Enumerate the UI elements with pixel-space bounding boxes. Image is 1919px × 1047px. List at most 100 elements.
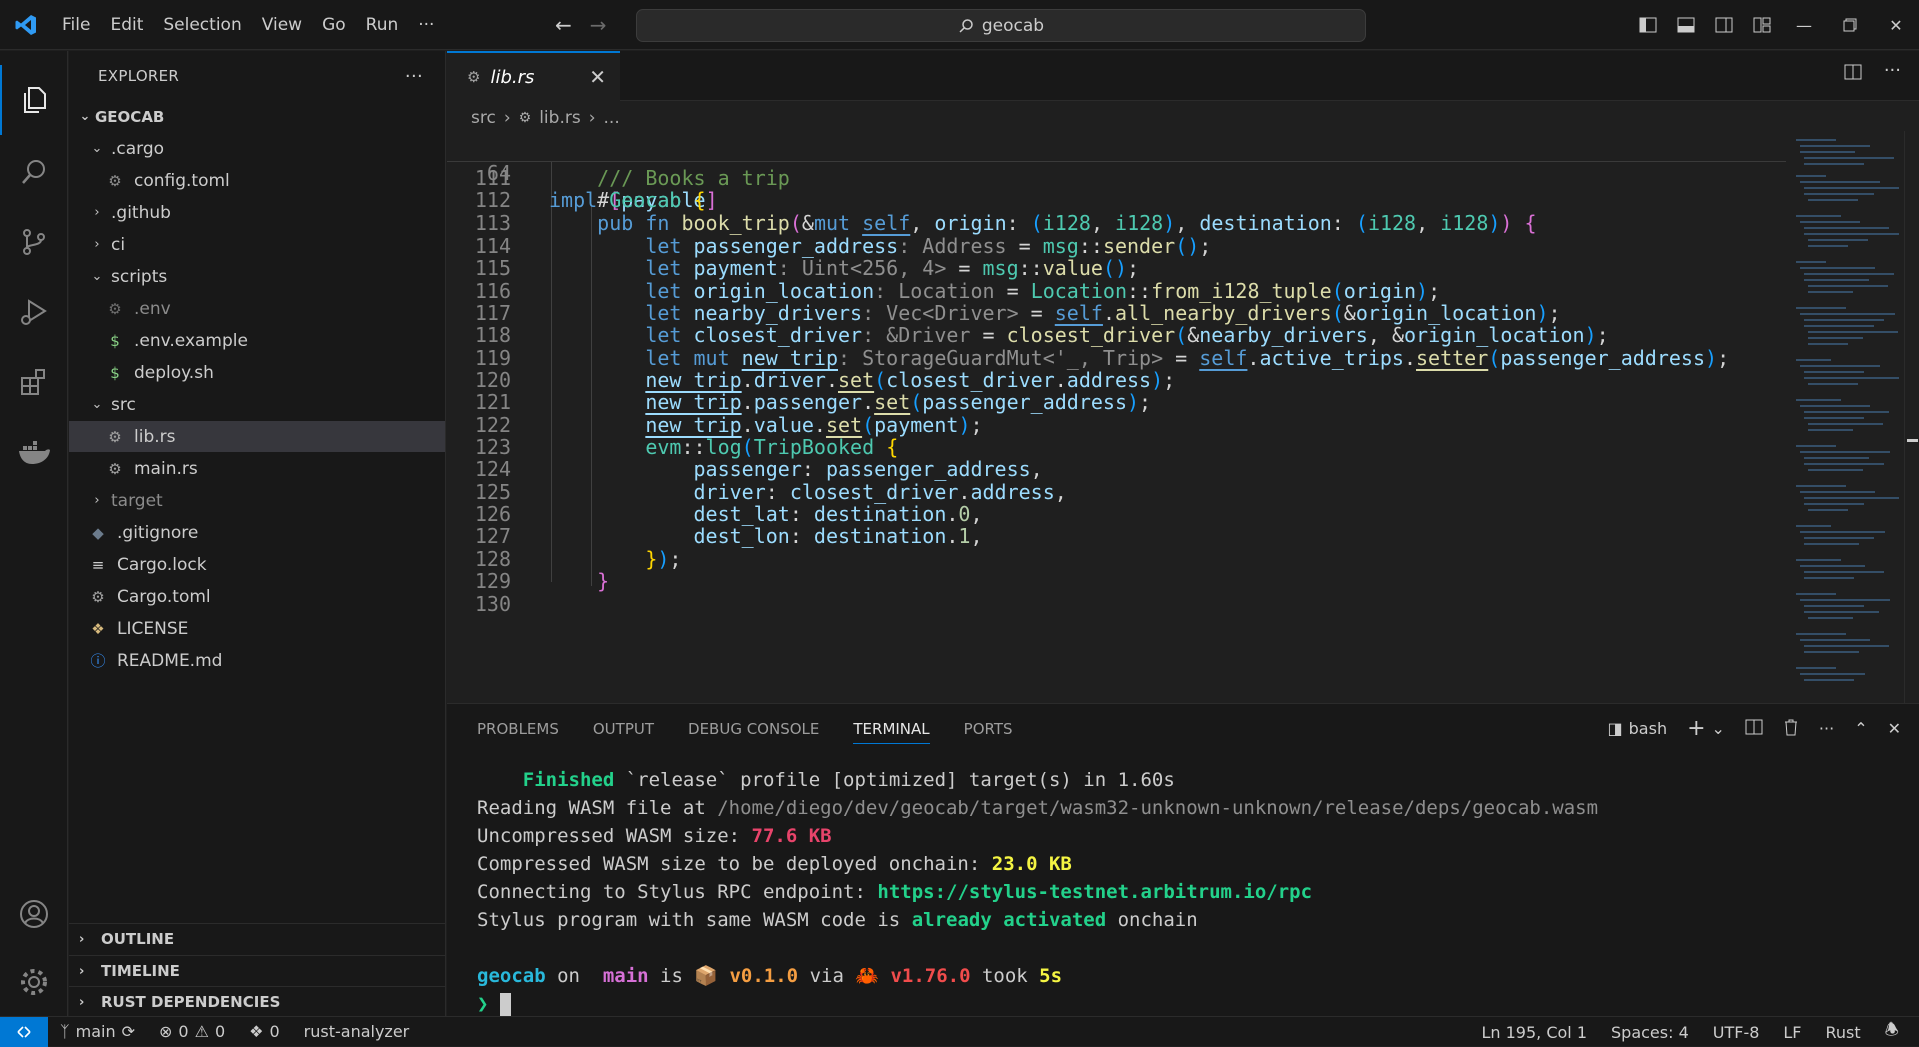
terminal-line: Reading WASM file at /home/diego/dev/geo…: [477, 797, 1599, 819]
source-control-icon[interactable]: [0, 207, 68, 277]
section-rust-dependencies[interactable]: › RUST DEPENDENCIES: [69, 986, 445, 1017]
terminal-shell-selector[interactable]: ◨ bash: [1608, 719, 1668, 738]
tab-output[interactable]: OUTPUT: [593, 720, 654, 738]
split-terminal-icon[interactable]: [1745, 719, 1763, 739]
terminal-output[interactable]: Finished `release` profile [optimized] t…: [477, 766, 1598, 1018]
terminal-input-line[interactable]: ❯: [477, 990, 1598, 1018]
cursor-position[interactable]: Ln 195, Col 1: [1469, 1023, 1599, 1042]
extensions-icon[interactable]: [0, 347, 68, 417]
notifications-bell-icon[interactable]: 🕭: [1873, 1019, 1911, 1046]
minimize-window-icon[interactable]: —: [1781, 0, 1827, 50]
breadcrumb-symbols[interactable]: ...: [604, 108, 620, 128]
sync-icon[interactable]: ⟳: [122, 1022, 135, 1041]
breadcrumb-file[interactable]: lib.rs: [539, 108, 581, 128]
new-terminal-plus-icon[interactable]: +: [1687, 716, 1705, 741]
tree-item-github[interactable]: › .github: [69, 197, 445, 228]
menu-go[interactable]: Go: [312, 0, 356, 50]
toggle-panel-icon[interactable]: [1667, 0, 1705, 50]
tree-item-env[interactable]: ⚙ .env: [69, 293, 445, 324]
indentation[interactable]: Spaces: 4: [1599, 1023, 1701, 1042]
workspace-root-geocab[interactable]: ⌄ GEOCAB: [69, 101, 445, 132]
trash-icon[interactable]: [1783, 718, 1799, 740]
section-timeline[interactable]: › TIMELINE: [69, 955, 445, 986]
tree-item-config-toml[interactable]: ⚙ config.toml: [69, 165, 445, 196]
more-actions-icon[interactable]: ···: [1819, 719, 1834, 738]
menu-run[interactable]: Run: [356, 0, 409, 50]
chevron-down-icon[interactable]: ⌄: [1712, 719, 1725, 738]
line-number: 130: [474, 592, 511, 616]
language-mode[interactable]: Rust: [1814, 1023, 1873, 1042]
chevron-right-icon: ›: [79, 963, 85, 979]
breadcrumb-src[interactable]: src: [471, 108, 496, 128]
tab-problems[interactable]: PROBLEMS: [477, 720, 559, 738]
rust-analyzer-status[interactable]: rust-analyzer: [292, 1022, 422, 1041]
tree-item-deploy-sh[interactable]: $ deploy.sh: [69, 357, 445, 388]
tab-debug-console[interactable]: DEBUG CONSOLE: [688, 720, 819, 738]
sticky-scroll-header[interactable]: 64 impl Geocab {: [447, 131, 1786, 212]
line-number: 64: [486, 161, 511, 185]
tab-lib-rs[interactable]: ⚙ lib.rs ✕: [447, 51, 620, 101]
tree-item-cargo-toml[interactable]: ⚙ Cargo.toml: [69, 581, 445, 612]
command-center-search[interactable]: geocab: [636, 9, 1366, 42]
chevron-right-icon: ›: [503, 108, 511, 128]
tree-item-target[interactable]: › target: [69, 485, 445, 516]
scrollbar-slider[interactable]: [1907, 439, 1918, 442]
run-and-debug-icon[interactable]: [0, 277, 68, 347]
back-arrow-icon[interactable]: ←: [555, 13, 572, 37]
menu-selection[interactable]: Selection: [153, 0, 251, 50]
gear-file-icon: ⚙: [91, 587, 105, 606]
more-actions-icon[interactable]: ···: [1884, 62, 1901, 84]
docker-icon[interactable]: [0, 417, 68, 487]
forward-arrow-icon[interactable]: →: [590, 13, 607, 37]
explorer-more-icon[interactable]: ···: [405, 66, 423, 87]
minimap[interactable]: [1786, 131, 1904, 703]
encoding[interactable]: UTF-8: [1701, 1023, 1772, 1042]
menu-view[interactable]: View: [252, 0, 312, 50]
chevron-right-icon: ›: [588, 108, 596, 128]
menu-more[interactable]: ···: [408, 0, 444, 50]
editor-tabs: ⚙ lib.rs ✕ ···: [447, 51, 1919, 101]
close-panel-icon[interactable]: ✕: [1888, 719, 1901, 738]
problems-status[interactable]: ⊗ 0 ⚠ 0: [147, 1022, 237, 1041]
close-tab-icon[interactable]: ✕: [589, 65, 606, 89]
split-editor-icon[interactable]: [1844, 64, 1862, 84]
tree-item-cargo-lock[interactable]: ≡ Cargo.lock: [69, 549, 445, 580]
tree-item-gitignore[interactable]: ◆ .gitignore: [69, 517, 445, 548]
close-window-icon[interactable]: ✕: [1873, 0, 1919, 50]
tab-ports[interactable]: PORTS: [964, 720, 1013, 738]
toggle-secondary-sidebar-icon[interactable]: [1705, 0, 1743, 50]
accounts-icon[interactable]: [0, 879, 68, 949]
chevron-right-icon: ›: [79, 931, 85, 947]
tree-item-env-example[interactable]: $ .env.example: [69, 325, 445, 356]
toggle-primary-sidebar-icon[interactable]: [1629, 0, 1667, 50]
editor-vertical-scrollbar[interactable]: [1904, 131, 1919, 703]
tree-item-lib-rs[interactable]: ⚙ lib.rs: [69, 421, 445, 452]
end-of-line[interactable]: LF: [1771, 1023, 1813, 1042]
manage-gear-icon[interactable]: [0, 947, 68, 1017]
ports-status[interactable]: ❖ 0: [237, 1022, 292, 1041]
git-branch-status[interactable]: ᛉ main ⟳: [48, 1022, 147, 1041]
menu-file[interactable]: File: [52, 0, 100, 50]
vscode-logo-icon: [0, 0, 52, 50]
restore-window-icon[interactable]: [1827, 0, 1873, 50]
error-icon: ⊗: [159, 1022, 173, 1041]
tree-item-cargo[interactable]: ⌄ .cargo: [69, 133, 445, 164]
tree-item-license[interactable]: ❖ LICENSE: [69, 613, 445, 644]
customize-layout-icon[interactable]: [1743, 0, 1781, 50]
remote-indicator-icon[interactable]: [0, 1016, 48, 1047]
explorer-files-icon[interactable]: [0, 65, 68, 135]
maximize-panel-icon[interactable]: ⌃: [1854, 719, 1867, 738]
menu-bar: File Edit Selection View Go Run ···: [52, 0, 444, 50]
tree-item-src[interactable]: ⌄ src: [69, 389, 445, 420]
tree-item-readme[interactable]: ⓘ README.md: [69, 645, 445, 676]
tab-terminal[interactable]: TERMINAL: [853, 720, 930, 744]
section-outline[interactable]: › OUTLINE: [69, 923, 445, 954]
tree-item-ci[interactable]: › ci: [69, 229, 445, 260]
tree-item-scripts[interactable]: ⌄ scripts: [69, 261, 445, 292]
search-view-icon[interactable]: [0, 137, 68, 207]
menu-edit[interactable]: Edit: [100, 0, 153, 50]
chevron-down-icon: ⌄: [91, 269, 103, 284]
tree-item-main-rs[interactable]: ⚙ main.rs: [69, 453, 445, 484]
code-editor[interactable]: 64 impl Geocab { 111 /// Books a trip 11…: [447, 131, 1786, 703]
